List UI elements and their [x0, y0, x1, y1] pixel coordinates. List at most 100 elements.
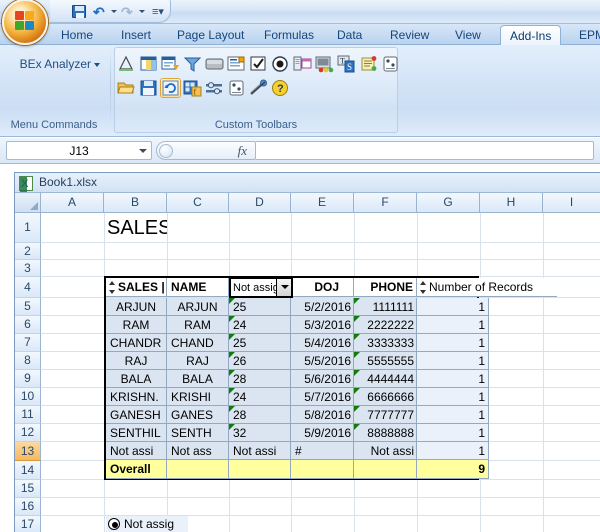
table-row[interactable]: 5/9/2016 — [291, 424, 354, 442]
table-row[interactable]: 6666666 — [354, 388, 417, 406]
table-row[interactable]: 1 — [417, 442, 489, 460]
formula-bar-expand-icon[interactable] — [159, 144, 173, 158]
table-row[interactable]: 3333333 — [354, 334, 417, 352]
table-row[interactable]: Not ass — [167, 442, 229, 460]
column-header-e[interactable]: E — [291, 193, 354, 213]
table-row[interactable]: 5/2/2016 — [291, 298, 354, 316]
formula-input[interactable] — [256, 141, 594, 160]
table-row[interactable]: 1 — [417, 370, 489, 388]
customize-qat-button[interactable]: ≡▾ — [152, 5, 164, 18]
insert-navigation-pane-icon[interactable] — [161, 55, 180, 73]
tab-formulas[interactable]: Formulas — [255, 26, 323, 45]
refresh-icon[interactable] — [161, 79, 180, 97]
change-variable-values-icon[interactable]: f — [183, 79, 202, 97]
row-header-7[interactable]: 7 — [15, 334, 41, 352]
insert-text-icon[interactable]: TS — [337, 55, 356, 73]
column-header-d[interactable]: D — [229, 193, 291, 213]
table-row[interactable]: RAM — [167, 316, 229, 334]
total-row-cell[interactable] — [291, 460, 354, 479]
column-header-h[interactable]: H — [480, 193, 543, 213]
table-row[interactable]: 5/8/2016 — [291, 406, 354, 424]
table-row[interactable]: 5/3/2016 — [291, 316, 354, 334]
workbook-settings-icon[interactable] — [381, 55, 400, 73]
tab-data[interactable]: Data — [328, 26, 371, 45]
undo-button[interactable]: ↶ — [90, 2, 109, 21]
table-row[interactable]: ARJUN — [167, 298, 229, 316]
insert-function-button[interactable]: fx — [156, 141, 256, 160]
table-row[interactable]: 26 — [229, 352, 291, 370]
table-row[interactable]: 5/6/2016 — [291, 370, 354, 388]
table-row[interactable]: BALA — [106, 370, 167, 388]
sort-arrows-icon[interactable] — [109, 281, 116, 294]
save-workbook-icon[interactable] — [139, 79, 158, 97]
tab-review[interactable]: Review — [381, 26, 438, 45]
total-row-cell[interactable] — [229, 460, 291, 479]
global-settings-icon[interactable] — [227, 79, 246, 97]
report-header-phone[interactable]: PHONE — [354, 278, 417, 297]
disconnect-icon[interactable] — [249, 79, 268, 97]
table-row[interactable]: BALA — [167, 370, 229, 388]
table-row[interactable]: 32 — [229, 424, 291, 442]
row-header-8[interactable]: 8 — [15, 352, 41, 370]
insert-messages-icon[interactable] — [359, 55, 378, 73]
spreadsheet-grid[interactable]: A B C D E F G H I 1 2 3 4 5 6 7 — [15, 193, 600, 532]
table-row[interactable]: Not assi — [229, 442, 291, 460]
row-header-2[interactable]: 2 — [15, 243, 41, 260]
insert-list-of-exceptions-icon[interactable] — [315, 55, 334, 73]
office-button[interactable] — [2, 0, 48, 45]
row-header-17[interactable]: 17 — [15, 516, 41, 532]
sort-arrows-icon[interactable] — [420, 281, 427, 294]
name-box[interactable]: J13 — [6, 141, 152, 160]
tab-home[interactable]: Home — [52, 26, 102, 45]
table-row[interactable]: 1 — [417, 388, 489, 406]
row-header-4[interactable]: 4 — [15, 277, 41, 298]
sheet-title-cell[interactable]: SALES — [105, 214, 167, 242]
row-header-6[interactable]: 6 — [15, 316, 41, 334]
row-header-13[interactable]: 13 — [15, 442, 41, 461]
column-header-b[interactable]: B — [104, 193, 167, 213]
total-row-label[interactable]: Overall — [106, 460, 167, 479]
help-icon[interactable]: ? — [271, 79, 290, 97]
column-header-c[interactable]: C — [167, 193, 229, 213]
tab-add-ins[interactable]: Add-Ins — [500, 25, 561, 46]
report-header-number-of-records[interactable]: Number of Records — [417, 278, 557, 297]
row-header-12[interactable]: 12 — [15, 424, 41, 442]
table-row[interactable]: Not assi — [354, 442, 417, 460]
row-header-1[interactable]: 1 — [15, 213, 41, 243]
table-row[interactable]: KRISHI — [167, 388, 229, 406]
total-row-cell[interactable] — [354, 460, 417, 479]
table-row[interactable]: 1 — [417, 424, 489, 442]
table-row[interactable]: RAJ — [106, 352, 167, 370]
tab-view[interactable]: View — [446, 26, 490, 45]
column-header-a[interactable]: A — [41, 193, 104, 213]
report-header-doj[interactable]: DOJ — [291, 278, 354, 297]
design-mode-icon[interactable] — [117, 55, 136, 73]
table-row[interactable]: CHANDR — [106, 334, 167, 352]
table-row[interactable]: KRISHN. — [106, 388, 167, 406]
report-header-name[interactable]: NAME — [167, 278, 229, 297]
chevron-down-icon[interactable] — [276, 279, 291, 296]
tab-insert[interactable]: Insert — [112, 26, 160, 45]
chevron-down-icon[interactable] — [139, 149, 147, 153]
table-row[interactable]: RAM — [106, 316, 167, 334]
table-row[interactable]: SENTHIL — [106, 424, 167, 442]
insert-radio-button-icon[interactable] — [271, 55, 290, 73]
row-header-5[interactable]: 5 — [15, 298, 41, 316]
table-row[interactable]: RAJ — [167, 352, 229, 370]
tab-page-layout[interactable]: Page Layout — [168, 26, 253, 45]
row-header-10[interactable]: 10 — [15, 388, 41, 406]
table-row[interactable]: # — [291, 442, 354, 460]
tools-icon[interactable] — [205, 79, 224, 97]
select-all-corner[interactable] — [15, 193, 41, 213]
table-row[interactable]: CHAND — [167, 334, 229, 352]
table-row[interactable]: 1111111 — [354, 298, 417, 316]
table-row[interactable]: 5/4/2016 — [291, 334, 354, 352]
insert-analysis-grid-icon[interactable] — [139, 55, 158, 73]
insert-filter-icon[interactable] — [183, 55, 202, 73]
total-row-records[interactable]: 9 — [417, 460, 489, 479]
table-row[interactable]: GANESH — [106, 406, 167, 424]
table-row[interactable]: 28 — [229, 406, 291, 424]
row-header-16[interactable]: 16 — [15, 498, 41, 516]
table-row[interactable]: 2222222 — [354, 316, 417, 334]
redo-dropdown-icon[interactable] — [139, 10, 145, 13]
